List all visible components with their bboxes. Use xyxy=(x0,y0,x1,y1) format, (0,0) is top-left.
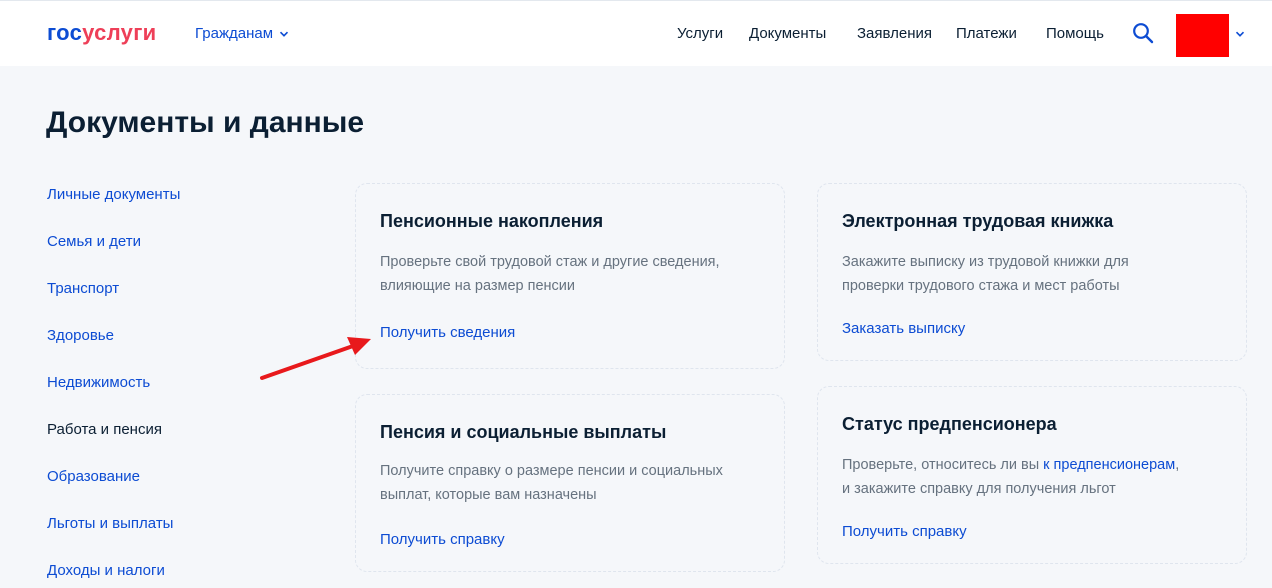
search-icon[interactable] xyxy=(1132,22,1154,44)
get-certificate-link[interactable]: Получить справку xyxy=(380,531,505,548)
logo-part-gos: гос xyxy=(47,20,83,45)
annotation-arrow-icon xyxy=(260,337,371,380)
card-description: Проверьте свой трудовой стаж и другие св… xyxy=(380,250,720,298)
page-title: Документы и данные xyxy=(46,106,365,139)
card-description-line: Закажите выписку из трудовой книжки для xyxy=(842,254,1129,270)
card-description-line: выплат, которые вам назначены xyxy=(380,487,597,503)
nav-services[interactable]: Услуги xyxy=(677,25,723,42)
card-pension-savings: Пенсионные накопления Проверьте свой тру… xyxy=(355,183,785,369)
card-title: Пенсионные накопления xyxy=(380,211,604,231)
audience-label: Гражданам xyxy=(195,25,274,42)
chevron-down-icon xyxy=(279,31,289,37)
user-avatar[interactable] xyxy=(1176,14,1229,57)
sidebar-item-health[interactable]: Здоровье xyxy=(47,327,114,344)
card-description-line: проверки трудового стажа и мест работы xyxy=(842,278,1120,294)
sidebar-item-benefits-payments[interactable]: Льготы и выплаты xyxy=(47,515,173,532)
sidebar-item-personal-documents[interactable]: Личные документы xyxy=(47,186,180,203)
card-title: Электронная трудовая книжка xyxy=(842,211,1114,231)
card-description-line: Проверьте, относитесь ли вы к предпенсио… xyxy=(842,453,1179,477)
logo-part-uslugi: услуги xyxy=(82,20,157,45)
card-description-text: Проверьте, относитесь ли вы xyxy=(842,457,1044,473)
top-header: госуслуги Гражданам Услуги Документы Зая… xyxy=(0,0,1272,66)
card-description-line: и закажите справку для получения льгот xyxy=(842,481,1116,497)
card-pre-pensioner-status: Статус предпенсионера Проверьте, относит… xyxy=(817,386,1247,564)
get-certificate-link[interactable]: Получить справку xyxy=(842,523,967,540)
order-extract-link[interactable]: Заказать выписку xyxy=(842,320,965,337)
gosuslugi-logo[interactable]: госуслуги xyxy=(47,20,157,46)
nav-payments[interactable]: Платежи xyxy=(956,25,1017,42)
card-description-line: Получите справку о размере пенсии и соци… xyxy=(380,463,723,479)
card-title: Статус предпенсионера xyxy=(842,414,1057,434)
nav-applications[interactable]: Заявления xyxy=(857,25,932,42)
sidebar-item-work-pension[interactable]: Работа и пенсия xyxy=(47,421,162,438)
nav-help[interactable]: Помощь xyxy=(1046,25,1104,42)
card-title: Пенсия и социальные выплаты xyxy=(380,422,667,442)
sidebar-item-income-taxes[interactable]: Доходы и налоги xyxy=(47,562,165,579)
audience-dropdown[interactable]: Гражданам xyxy=(195,25,289,42)
card-description-line: Проверьте свой трудовой стаж и другие св… xyxy=(380,254,720,270)
card-description: Закажите выписку из трудовой книжки для … xyxy=(842,250,1129,298)
get-info-link[interactable]: Получить сведения xyxy=(380,324,515,341)
chevron-down-icon[interactable] xyxy=(1235,29,1245,39)
card-description-text: , xyxy=(1175,457,1180,473)
sidebar-item-education[interactable]: Образование xyxy=(47,468,140,485)
card-pension-social-payments: Пенсия и социальные выплаты Получите спр… xyxy=(355,394,785,572)
sidebar-item-real-estate[interactable]: Недвижимость xyxy=(47,374,150,391)
sidebar-item-transport[interactable]: Транспорт xyxy=(47,280,119,297)
nav-documents[interactable]: Документы xyxy=(749,25,826,42)
sidebar-item-family-children[interactable]: Семья и дети xyxy=(47,233,141,250)
pre-pensioners-link[interactable]: к предпенсионерам xyxy=(1043,457,1175,473)
card-description-line: влияющие на размер пенсии xyxy=(380,278,575,294)
card-electronic-workbook: Электронная трудовая книжка Закажите вып… xyxy=(817,183,1247,361)
card-description: Получите справку о размере пенсии и соци… xyxy=(380,459,723,507)
card-description: Проверьте, относитесь ли вы к предпенсио… xyxy=(842,453,1179,501)
